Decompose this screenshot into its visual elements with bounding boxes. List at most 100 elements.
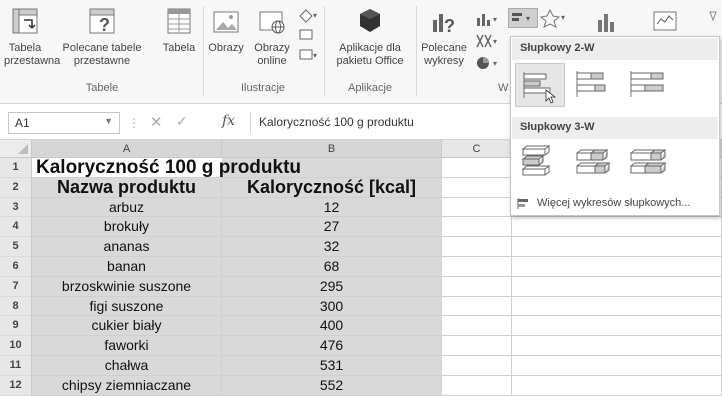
empty-cell[interactable]: [512, 217, 722, 238]
empty-cell[interactable]: [442, 217, 512, 238]
group-label-tables: Tabele: [85, 82, 119, 94]
row-header[interactable]: 10: [0, 336, 32, 356]
column-header-a[interactable]: A: [32, 140, 222, 158]
calorie-value-cell[interactable]: 300: [222, 296, 442, 317]
empty-cell[interactable]: [442, 257, 512, 277]
empty-cell[interactable]: [442, 197, 512, 218]
cancel-icon[interactable]: ✕: [150, 113, 163, 131]
column-chart-button[interactable]: ▾: [474, 10, 502, 28]
radar-chart-button[interactable]: ▾: [539, 8, 570, 28]
bar-chart-icon: ▾: [512, 13, 530, 23]
row-header[interactable]: 6: [0, 257, 32, 277]
empty-cell[interactable]: [442, 316, 512, 337]
pivot-table-label: Tabela przestawna: [4, 42, 61, 67]
svg-text:▾: ▾: [561, 13, 565, 22]
pivot-table-icon: [12, 8, 38, 34]
empty-cell[interactable]: [442, 237, 512, 257]
chevron-down-icon[interactable]: ▼: [104, 116, 113, 126]
office-apps-icon: [360, 9, 380, 32]
header-cell[interactable]: Nazwa produktu: [32, 177, 222, 198]
title-cell[interactable]: Kaloryczność 100 g produktu: [32, 158, 442, 178]
calorie-value-cell[interactable]: 476: [222, 336, 442, 356]
calorie-value-cell[interactable]: 552: [222, 375, 442, 396]
column-chart-icon: ▾: [477, 14, 497, 26]
pivot-table-button[interactable]: Tabela przestawna: [4, 6, 61, 68]
row-header[interactable]: 12: [0, 375, 32, 396]
stacked-100-bar-option[interactable]: [623, 63, 673, 107]
empty-cell[interactable]: [442, 158, 512, 178]
office-apps-button[interactable]: Aplikacje dla pakietu Office: [328, 6, 412, 68]
insert-function-button[interactable]: fx: [222, 113, 235, 129]
pictures-button[interactable]: Obrazy: [206, 6, 246, 55]
calorie-value-cell[interactable]: 12: [222, 197, 442, 218]
column-header-b[interactable]: B: [222, 140, 442, 158]
product-name-cell[interactable]: banan: [32, 257, 222, 277]
recommended-pivot-button[interactable]: ? Polecane tabele przestawne: [48, 6, 156, 68]
column-header-c[interactable]: C: [442, 140, 512, 158]
calorie-value-cell[interactable]: 295: [222, 276, 442, 297]
select-all-button[interactable]: [0, 140, 32, 158]
radar-chart-icon: ▾: [539, 8, 565, 28]
empty-cell[interactable]: [442, 276, 512, 297]
shapes-button[interactable]: ▾ ▾: [296, 6, 320, 76]
row-header[interactable]: 8: [0, 296, 32, 317]
product-name-cell[interactable]: figi suszone: [32, 296, 222, 317]
calorie-value-cell[interactable]: 27: [222, 217, 442, 238]
table-button[interactable]: Tabela: [158, 6, 200, 55]
empty-cell[interactable]: [442, 336, 512, 356]
row-header[interactable]: 11: [0, 356, 32, 376]
pie-chart-button[interactable]: ▾: [474, 54, 502, 72]
product-name-cell[interactable]: ananas: [32, 237, 222, 257]
empty-cell[interactable]: [512, 356, 722, 376]
row-header[interactable]: 4: [0, 217, 32, 238]
product-name-cell[interactable]: faworki: [32, 336, 222, 356]
calorie-value-cell[interactable]: 68: [222, 257, 442, 277]
enter-icon[interactable]: ✓: [176, 113, 188, 130]
empty-cell[interactable]: [442, 177, 512, 198]
row-header[interactable]: 7: [0, 276, 32, 297]
empty-cell[interactable]: [512, 276, 722, 297]
empty-cell[interactable]: [512, 375, 722, 396]
row-header[interactable]: 1: [0, 158, 32, 178]
bar-chart-button[interactable]: ▾: [508, 8, 538, 28]
3d-clustered-bar-option[interactable]: [515, 141, 565, 185]
product-name-cell[interactable]: chałwa: [32, 356, 222, 376]
product-name-cell[interactable]: chipsy ziemniaczane: [32, 375, 222, 396]
empty-cell[interactable]: [512, 296, 722, 317]
recommended-charts-button[interactable]: ? Polecane wykresy: [418, 6, 470, 68]
stacked-bar-icon: [576, 71, 606, 97]
drag-handle-icon[interactable]: ⋮: [128, 116, 140, 130]
calorie-value-cell[interactable]: 531: [222, 356, 442, 376]
stacked-bar-option[interactable]: [569, 63, 619, 107]
row-header[interactable]: 9: [0, 316, 32, 337]
hierarchy-chart-button[interactable]: ▾: [474, 32, 502, 50]
table-icon: [167, 8, 191, 34]
empty-cell[interactable]: [442, 356, 512, 376]
calorie-value-cell[interactable]: 400: [222, 316, 442, 337]
online-pictures-button[interactable]: Obrazy online: [248, 6, 296, 68]
clustered-bar-option[interactable]: [515, 63, 565, 107]
product-name-cell[interactable]: arbuz: [32, 197, 222, 218]
empty-cell[interactable]: [512, 336, 722, 356]
empty-cell[interactable]: [442, 375, 512, 396]
more-bar-charts-link[interactable]: Więcej wykresów słupkowych...: [517, 197, 690, 209]
row-header[interactable]: 5: [0, 237, 32, 257]
header-cell[interactable]: Kaloryczność [kcal]: [222, 177, 442, 198]
empty-cell[interactable]: [512, 316, 722, 337]
empty-cell[interactable]: [512, 237, 722, 257]
empty-cell[interactable]: [512, 257, 722, 277]
recommended-pivot-icon: ?: [89, 8, 115, 35]
sparkline-button[interactable]: [650, 8, 680, 34]
row-header[interactable]: 2: [0, 177, 32, 198]
3d-stacked-100-bar-option[interactable]: [623, 141, 673, 185]
calorie-value-cell[interactable]: 32: [222, 237, 442, 257]
product-name-cell[interactable]: brokuły: [32, 217, 222, 238]
pivot-chart-button[interactable]: [590, 8, 624, 34]
product-name-cell[interactable]: cukier biały: [32, 316, 222, 337]
empty-cell[interactable]: [442, 296, 512, 317]
row-header[interactable]: 3: [0, 197, 32, 218]
product-name-cell[interactable]: brzoskwinie suszone: [32, 276, 222, 297]
name-box[interactable]: A1 ▼: [8, 112, 120, 134]
pie-chart-icon: ▾: [477, 57, 497, 69]
3d-stacked-bar-option[interactable]: [569, 141, 619, 185]
